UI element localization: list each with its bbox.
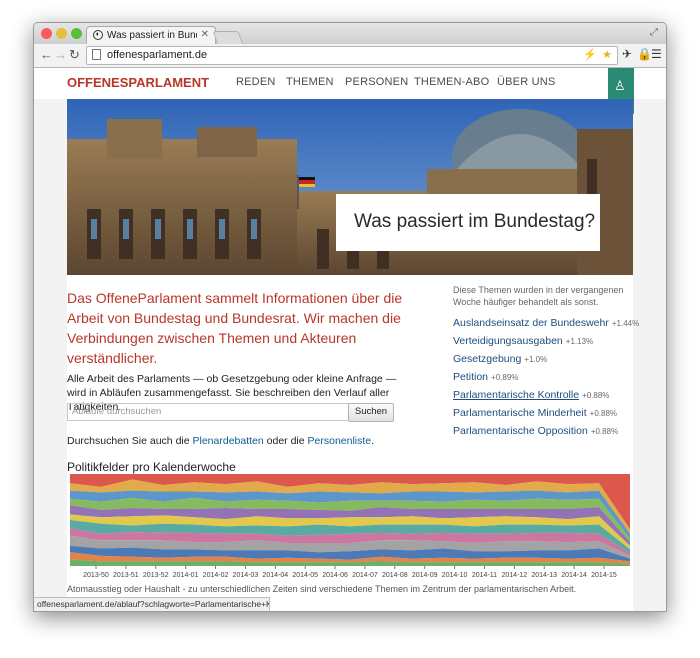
trending-intro: Diese Themen wurden in der vergangenen W… [453, 285, 624, 307]
browser-window: ◐ Was passiert in Bundestag ✕ ⤢ ← → ↻ of… [33, 22, 667, 612]
x-axis-tick-label: 2014-05 [292, 572, 318, 579]
hero-title-box: Was passiert im Bundestag? [336, 194, 600, 251]
x-axis-tick-label: 2014-02 [203, 572, 229, 579]
x-axis-tick-label: 2014-04 [262, 572, 288, 579]
x-axis-tick-label: 2013-50 [83, 572, 109, 579]
close-tab-icon[interactable]: ✕ [201, 29, 209, 40]
zoom-window-button[interactable] [71, 28, 82, 39]
bookmark-star-icon[interactable]: ★ [602, 48, 612, 61]
trend-delta: +0.88% [589, 409, 618, 418]
extension-pin-icon[interactable]: ✈ [622, 47, 632, 61]
trend-delta: +0.88% [582, 391, 610, 400]
trend-label: Parlamentarische Minderheit [453, 407, 587, 419]
x-axis-tick-label: 2014-07 [352, 572, 378, 579]
trend-item[interactable]: Auslandseinsatz der Bundeswehr +1.44% [453, 317, 639, 329]
browser-tab[interactable]: ◐ Was passiert in Bundestag ✕ [86, 26, 216, 45]
trend-label: Petition [453, 371, 489, 383]
browser-toolbar: ← → ↻ offenesparlament.de ⚡ ★ ✈ 🔒 ☰ [34, 44, 666, 68]
browse-text: Durchsuchen Sie auch die Plenardebatten … [67, 435, 374, 447]
main-content: Was passiert im Bundestag? Das OffenePar… [67, 99, 639, 611]
x-axis-tick-label: 2013-52 [143, 572, 169, 579]
hero-title: Was passiert im Bundestag? [354, 211, 596, 232]
x-axis-tick-label: 2014-08 [382, 572, 408, 579]
trend-label: Parlamentarische Kontrolle [453, 389, 580, 401]
x-axis-tick-label: 2014-09 [412, 572, 438, 579]
x-axis-tick-label: 2014-13 [531, 572, 557, 579]
trend-label: Gesetzgebung [453, 353, 522, 365]
wrench-icon[interactable]: ☰ [651, 47, 662, 61]
browse-middle: oder die [263, 435, 308, 447]
trend-delta: +1.13% [565, 337, 594, 346]
x-axis-tick-label: 2014-12 [502, 572, 528, 579]
new-tab-button[interactable] [212, 31, 244, 45]
x-axis-tick-label: 2014-11 [472, 572, 497, 579]
plenardebatten-link[interactable]: Plenardebatten [193, 435, 264, 447]
back-arrow-icon[interactable]: ← [40, 47, 53, 62]
personenliste-link[interactable]: Personenliste [308, 435, 372, 447]
browse-prefix: Durchsuchen Sie auch die [67, 435, 193, 447]
nav-item-ueber-uns[interactable]: ÜBER UNS [497, 76, 555, 88]
trend-label: Parlamentarische Opposition [453, 425, 588, 437]
trend-item[interactable]: Parlamentarische Opposition +0.88% [453, 425, 618, 437]
x-axis-tick-label: 2014-10 [442, 572, 468, 579]
close-window-button[interactable] [41, 28, 52, 39]
trend-item[interactable]: Verteidigungsausgaben +1.13% [453, 335, 593, 347]
page-icon [92, 49, 101, 60]
address-bar[interactable]: offenesparlament.de ⚡ ★ [86, 46, 618, 65]
meditation-figure-icon: ♙ [614, 78, 626, 93]
trend-item[interactable]: Parlamentarische Minderheit +0.88% [453, 407, 617, 419]
chart-title: Politikfelder pro Kalenderwoche [67, 460, 236, 474]
x-axis-tick-label: 2014-03 [233, 572, 259, 579]
extension-lock-icon[interactable]: 🔒 [637, 47, 652, 61]
browse-suffix: . [371, 435, 375, 447]
tab-strip: ◐ Was passiert in Bundestag ✕ ⤢ [34, 23, 666, 45]
status-bar-url: offenesparlament.de/ablauf?schlagworte=P… [34, 597, 270, 611]
trend-delta: +1.0% [524, 355, 548, 364]
x-axis-tick-label: 2014-15 [591, 572, 617, 579]
trend-delta: +0.89% [491, 373, 519, 382]
forward-arrow-icon[interactable]: → [54, 47, 67, 62]
trend-item[interactable]: Parlamentarische Kontrolle +0.88% [453, 389, 609, 401]
trend-label: Auslandseinsatz der Bundeswehr [453, 317, 609, 329]
x-axis-tick-label: 2014-14 [561, 572, 587, 579]
politikfelder-streamgraph[interactable]: 2013-50 2013-51 2013-52 2014-01 2014-02 2014-… [67, 474, 633, 592]
x-axis-tick-label: 2013-51 [113, 572, 139, 579]
reload-icon[interactable]: ↻ [69, 47, 80, 63]
fullscreen-icon[interactable]: ⤢ [650, 27, 658, 38]
x-axis-tick-label: 2014-06 [322, 572, 348, 579]
nav-item-reden[interactable]: REDEN [236, 76, 276, 88]
trend-item[interactable]: Petition +0.89% [453, 371, 518, 383]
hero-image: Was passiert im Bundestag? [67, 99, 633, 275]
nav-item-themen-abo[interactable]: THEMEN-ABO [414, 76, 489, 88]
tab-title: Was passiert in Bundestag [107, 30, 197, 41]
minimize-window-button[interactable] [56, 28, 67, 39]
intro-lead: Das OffeneParlament sammelt Informatione… [67, 290, 403, 366]
chart-caption: Atomausstieg oder Haushalt - zu untersch… [67, 584, 577, 594]
translate-icon[interactable]: ⚡ [583, 48, 597, 61]
site-navbar: OFFENESPARLAMENT REDEN THEMEN PERSONEN T… [34, 68, 666, 114]
trend-delta: +1.44% [611, 319, 640, 328]
trend-item[interactable]: Gesetzgebung +1.0% [453, 353, 547, 365]
nav-item-personen[interactable]: PERSONEN [345, 76, 408, 88]
site-logo[interactable]: OFFENESPARLAMENT [67, 75, 209, 90]
search-input[interactable]: Abläufe durchsuchen [67, 403, 354, 421]
trend-delta: +0.88% [590, 427, 619, 436]
x-axis-tick-label: 2014-01 [173, 572, 199, 579]
search-button[interactable]: Suchen [348, 403, 394, 422]
address-url: offenesparlament.de [107, 49, 208, 61]
web-page: OFFENESPARLAMENT REDEN THEMEN PERSONEN T… [34, 68, 666, 611]
site-favicon-icon: ◐ [93, 30, 103, 40]
trend-label: Verteidigungsausgaben [453, 335, 563, 347]
nav-item-themen[interactable]: THEMEN [286, 76, 334, 88]
